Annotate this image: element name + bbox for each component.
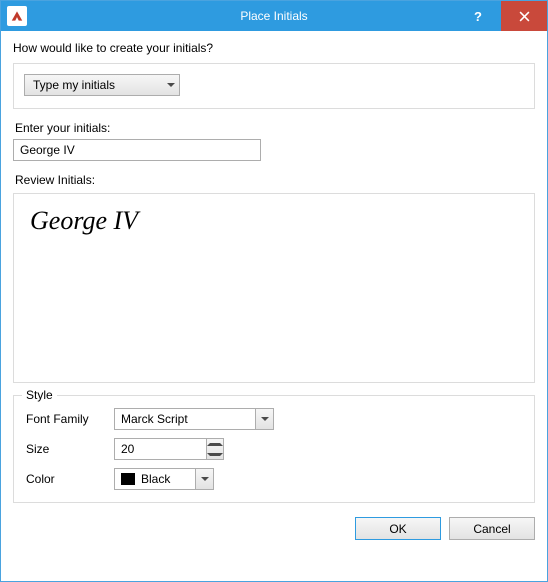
create-method-selected: Type my initials [25,78,161,92]
dialog-footer: OK Cancel [13,503,535,540]
chevron-down-icon [255,409,273,429]
color-row: Color Black [26,468,522,490]
chevron-down-icon [207,453,223,456]
size-label: Size [26,442,114,456]
font-family-value: Marck Script [115,409,255,429]
color-label: Color [26,472,114,486]
color-dropdown[interactable]: Black [114,468,214,490]
help-button[interactable]: ? [455,1,501,31]
ok-button[interactable]: OK [355,517,441,540]
initials-preview: George IV [13,193,535,383]
close-button[interactable] [501,1,547,31]
color-name: Black [141,472,170,486]
color-swatch [121,473,135,485]
create-method-dropdown[interactable]: Type my initials [24,74,180,96]
enter-initials-label: Enter your initials: [15,121,535,135]
font-family-row: Font Family Marck Script [26,408,522,430]
initials-preview-text: George IV [30,206,518,236]
font-family-dropdown[interactable]: Marck Script [114,408,274,430]
title-bar: Place Initials ? [1,1,547,31]
dialog-body: How would like to create your initials? … [1,31,547,581]
font-family-label: Font Family [26,412,114,426]
chevron-up-icon [207,443,223,446]
size-input[interactable] [114,438,206,460]
size-row: Size [26,438,522,460]
titlebar-buttons: ? [455,1,547,31]
initials-input[interactable] [13,139,261,161]
dialog-window: Place Initials ? How would like to creat… [0,0,548,582]
close-icon [519,11,530,22]
cancel-button[interactable]: Cancel [449,517,535,540]
size-spinner[interactable] [114,438,224,460]
style-legend: Style [22,388,57,402]
review-initials-label: Review Initials: [15,173,535,187]
size-increment[interactable] [207,439,223,449]
size-decrement[interactable] [207,449,223,459]
size-spinner-buttons [206,438,224,460]
create-method-group: Type my initials [13,63,535,109]
style-group: Style Font Family Marck Script Size [13,395,535,503]
chevron-down-icon [161,83,179,87]
create-method-question: How would like to create your initials? [13,41,535,55]
chevron-down-icon [195,469,213,489]
app-icon [7,6,27,26]
